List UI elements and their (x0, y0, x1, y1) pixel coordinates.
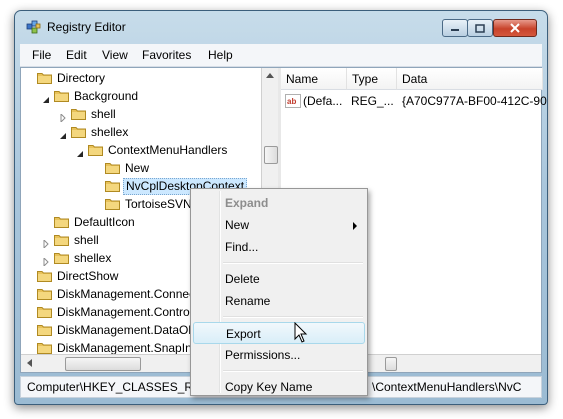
expanded-arrow-icon[interactable] (42, 92, 50, 103)
scroll-up-arrow[interactable] (266, 73, 274, 78)
folder-icon (54, 234, 69, 246)
title-bar[interactable]: Registry Editor (15, 11, 547, 43)
tree-node-label[interactable]: DirectShow (55, 268, 120, 285)
context-menu-item-find[interactable]: Find... (193, 236, 365, 258)
context-menu-item-delete[interactable]: Delete (193, 268, 365, 290)
tree-node-label[interactable]: DiskManagement.Control (55, 304, 194, 321)
collapsed-arrow-icon[interactable] (42, 236, 50, 250)
context-menu-item-label: Export (226, 327, 261, 341)
minimize-icon (451, 29, 459, 31)
tree-node[interactable]: Directory (21, 70, 261, 87)
menu-help[interactable]: Help (208, 48, 233, 62)
expanded-arrow-icon[interactable] (76, 146, 84, 157)
tree-node[interactable]: shellex (21, 124, 261, 141)
folder-icon (71, 108, 86, 120)
folder-icon (105, 162, 120, 174)
tree-node-label[interactable]: shellex (72, 250, 113, 267)
scroll-thumb-list[interactable] (385, 357, 397, 371)
maximize-button[interactable] (467, 19, 493, 37)
tree-node-label[interactable]: DiskManagement.Connect (55, 286, 200, 303)
context-menu-item-label: Copy Key Name (225, 380, 313, 394)
context-menu-item-label: Find... (225, 240, 259, 254)
folder-icon (54, 90, 69, 102)
context-menu-item-copy-key-name[interactable]: Copy Key Name (193, 376, 365, 398)
folder-icon (37, 306, 52, 318)
collapsed-arrow-icon[interactable] (59, 110, 67, 124)
context-menu-item-new[interactable]: New (193, 214, 365, 236)
tree-node-label[interactable]: Directory (55, 70, 107, 87)
scroll-left-arrow[interactable] (27, 359, 32, 367)
menu-edit[interactable]: Edit (66, 48, 87, 62)
folder-icon (71, 126, 86, 138)
context-menu: Expand New Find... Delete Rename Export Permis… (190, 188, 368, 396)
context-menu-item-label: New (225, 218, 250, 232)
tree-node[interactable]: Background (21, 88, 261, 105)
scroll-thumb-horizontal[interactable] (65, 357, 141, 371)
folder-icon (54, 252, 69, 264)
tree-node[interactable]: New (21, 160, 261, 177)
context-menu-item-label: Delete (225, 272, 260, 286)
tree-node-label[interactable]: Background (72, 88, 140, 105)
folder-icon (37, 72, 52, 84)
status-path-right: \ContextMenuHandlers\NvC (372, 380, 522, 394)
expanded-arrow-icon[interactable] (59, 128, 67, 139)
scroll-thumb[interactable] (264, 146, 278, 164)
registry-editor-icon (26, 20, 41, 34)
status-path-left: Computer\HKEY_CLASSES_RO (27, 380, 203, 394)
context-menu-item-permissions[interactable]: Permissions... (193, 344, 365, 366)
maximize-icon (475, 23, 485, 33)
minimize-button[interactable] (442, 19, 468, 37)
value-data-cell[interactable]: {A70C977A-BF00-412C-90B (402, 92, 547, 110)
close-button[interactable] (493, 19, 537, 37)
window-title: Registry Editor (47, 20, 126, 34)
column-header-data[interactable]: Data (397, 68, 543, 90)
submenu-arrow-icon (353, 222, 357, 230)
value-type-cell[interactable]: REG_... (351, 92, 394, 110)
folder-icon (37, 288, 52, 300)
menu-separator (223, 370, 363, 372)
tree-node[interactable]: shell (21, 106, 261, 124)
context-menu-item-export[interactable]: Export (193, 322, 365, 344)
value-name-cell[interactable]: (Defa... (303, 92, 342, 110)
tree-node[interactable]: ContextMenuHandlers (21, 142, 261, 159)
tree-node-label[interactable]: New (123, 160, 151, 177)
tree-node-label[interactable]: shellex (89, 124, 130, 141)
mouse-cursor-icon (294, 322, 308, 343)
menu-view[interactable]: View (102, 48, 128, 62)
tree-node-label[interactable]: ContextMenuHandlers (106, 142, 229, 159)
folder-icon (37, 342, 52, 354)
collapsed-arrow-icon[interactable] (42, 254, 50, 268)
folder-icon (37, 270, 52, 282)
string-value-icon: ab (285, 94, 301, 108)
context-menu-item-label: Rename (225, 294, 271, 308)
tree-node-label[interactable]: shell (72, 232, 101, 249)
tree-node-label[interactable]: TortoiseSVN (123, 196, 194, 213)
folder-icon (37, 324, 52, 336)
context-menu-item-label: Expand (225, 196, 269, 210)
context-menu-item-label: Permissions... (225, 348, 301, 362)
folder-icon (105, 198, 120, 210)
tree-node-label[interactable]: shell (89, 106, 118, 123)
menu-separator (223, 262, 363, 264)
tree-node-label[interactable]: DefaultIcon (72, 214, 137, 231)
folder-icon (54, 216, 69, 228)
context-menu-item-expand: Expand (193, 192, 365, 214)
tree-node-label[interactable]: DiskManagement.SnapIn (55, 340, 194, 354)
folder-icon (105, 180, 120, 192)
tree-node-label[interactable]: DiskManagement.DataObj (55, 322, 200, 339)
close-icon (510, 23, 520, 33)
column-header-name[interactable]: Name (281, 68, 347, 90)
column-header-type[interactable]: Type (347, 68, 397, 90)
menu-separator (223, 316, 363, 318)
svg-text:ab: ab (287, 97, 296, 106)
menu-favorites[interactable]: Favorites (142, 48, 191, 62)
menu-file[interactable]: File (32, 48, 51, 62)
menu-bar: File Edit View Favorites Help (20, 44, 542, 67)
context-menu-item-rename[interactable]: Rename (193, 290, 365, 312)
folder-icon (88, 144, 103, 156)
